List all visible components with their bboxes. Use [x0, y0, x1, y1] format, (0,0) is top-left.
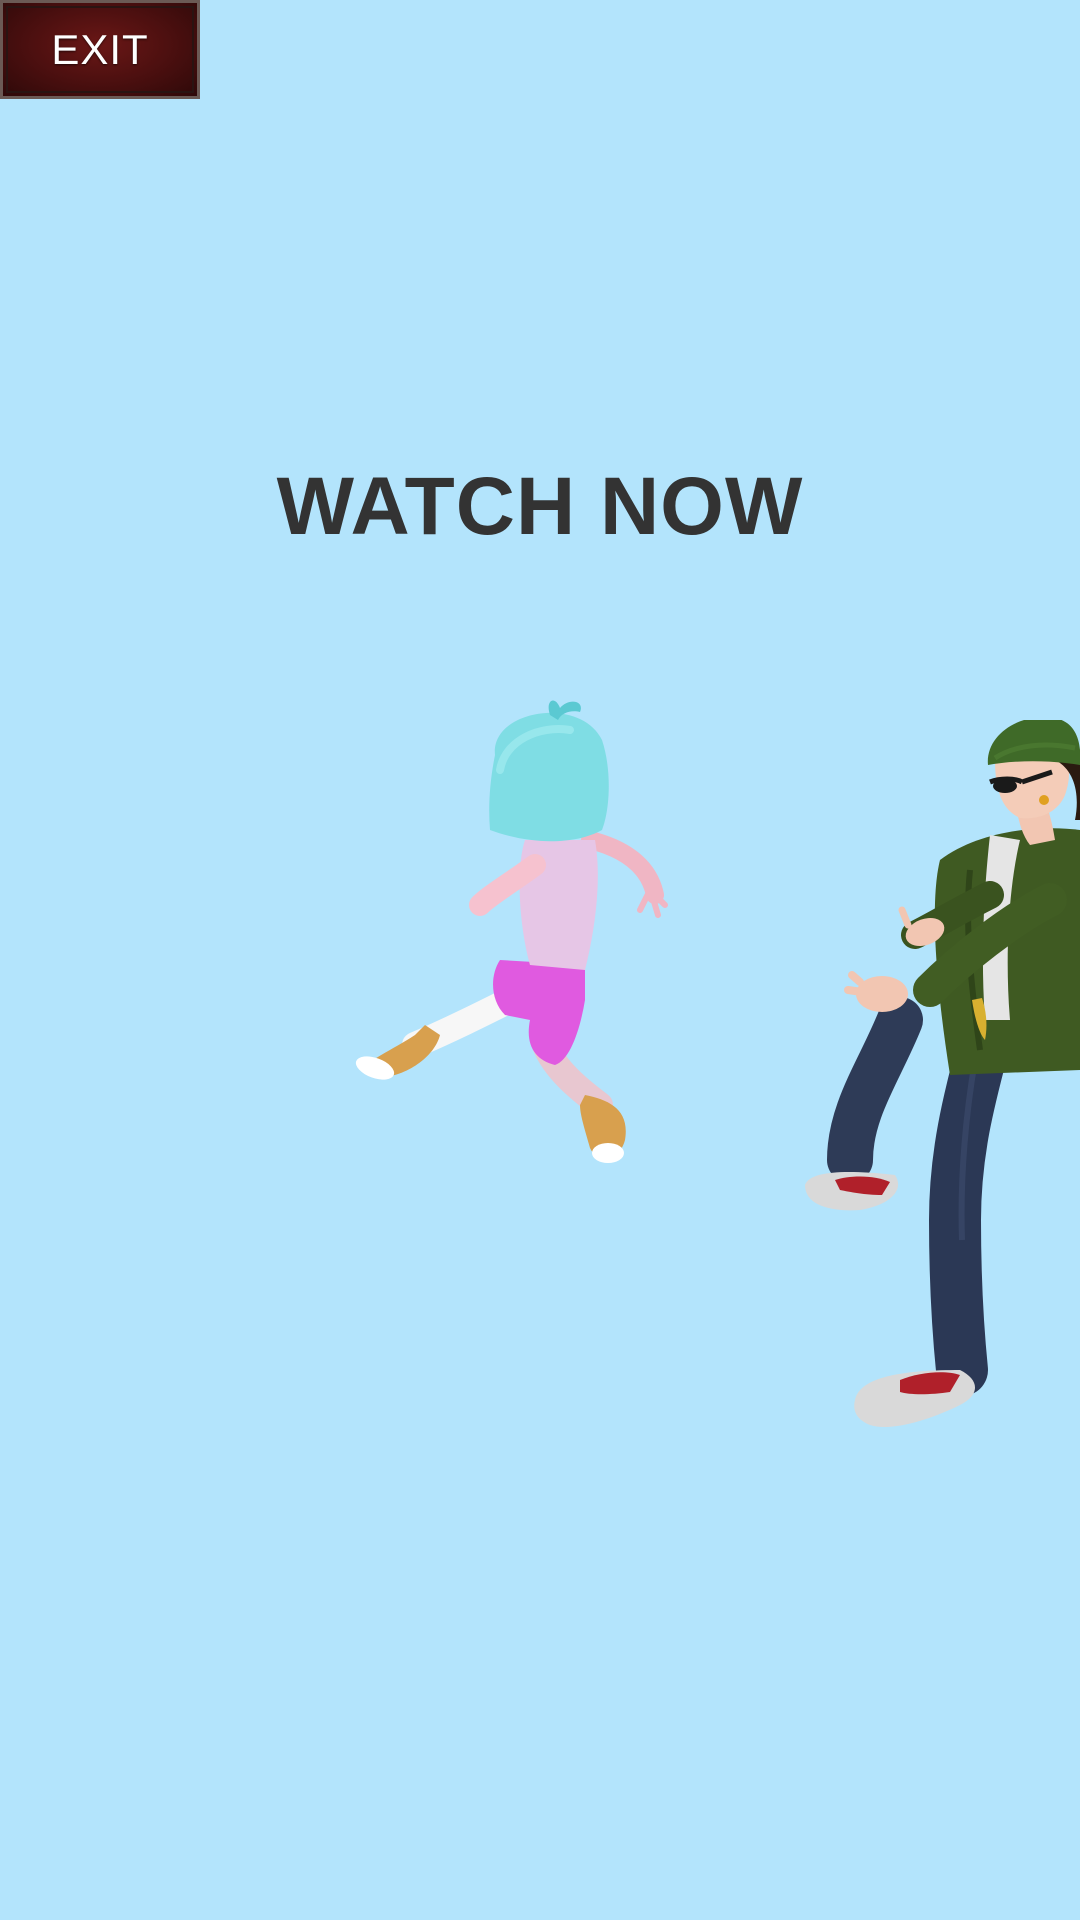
girl-character [355, 700, 668, 1163]
exit-button-label: EXIT [51, 25, 149, 73]
game-scene: EXIT WATCH NOW [0, 0, 1080, 1920]
exit-button[interactable]: EXIT [0, 0, 200, 99]
boy-character [805, 720, 1080, 1428]
watch-now-title: WATCH NOW [276, 461, 804, 552]
